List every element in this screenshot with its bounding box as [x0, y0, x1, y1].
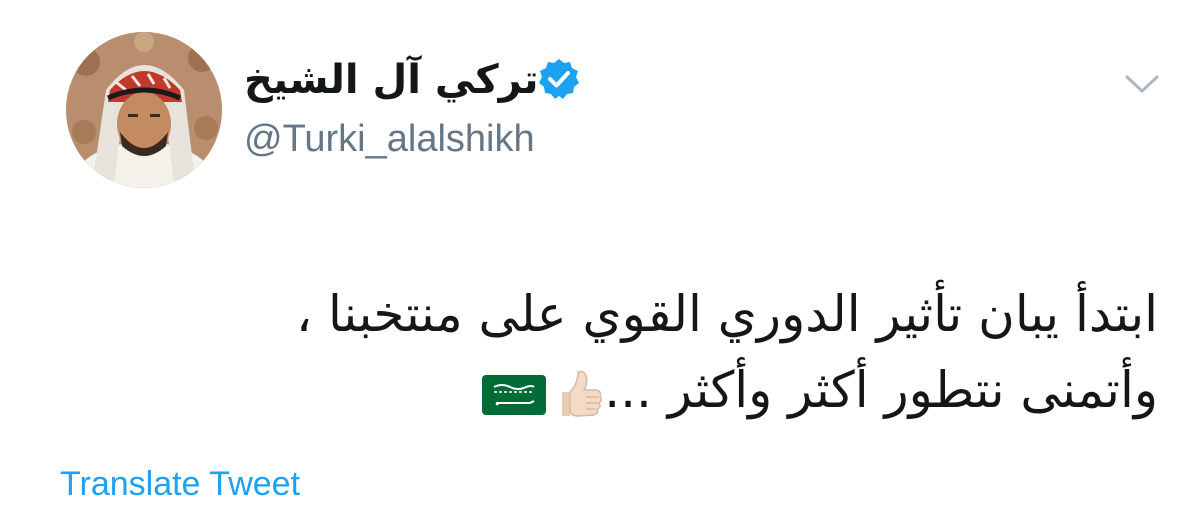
translate-tweet-link[interactable]: Translate Tweet: [60, 462, 300, 506]
verified-badge-icon: [539, 59, 579, 99]
display-name[interactable]: تركي آل الشيخ: [244, 56, 539, 104]
tweet-text-line-1: ابتدأ يبان تأثير الدوري القوي على منتخبن…: [295, 285, 1158, 343]
tweet-text: ابتدأ يبان تأثير الدوري القوي على منتخبن…: [58, 276, 1158, 428]
avatar[interactable]: [66, 32, 222, 188]
tweet-text-line-2-wrap: وأتمنى نتطور أكثر وأكثر ...: [58, 352, 1158, 428]
tweet-text-line-2: وأتمنى نتطور أكثر وأكثر ...: [604, 361, 1158, 419]
user-handle[interactable]: @Turki_alalshikh: [244, 115, 535, 163]
saudi-arabia-flag-icon: [482, 374, 547, 415]
chevron-down-icon[interactable]: [1124, 72, 1160, 96]
thumbs-up-emoji-icon: [562, 370, 603, 417]
tweet-card: تركي آل الشيخ @Turki_alalshikh ابتدأ يبا…: [0, 0, 1200, 503]
avatar-image: [66, 32, 222, 188]
